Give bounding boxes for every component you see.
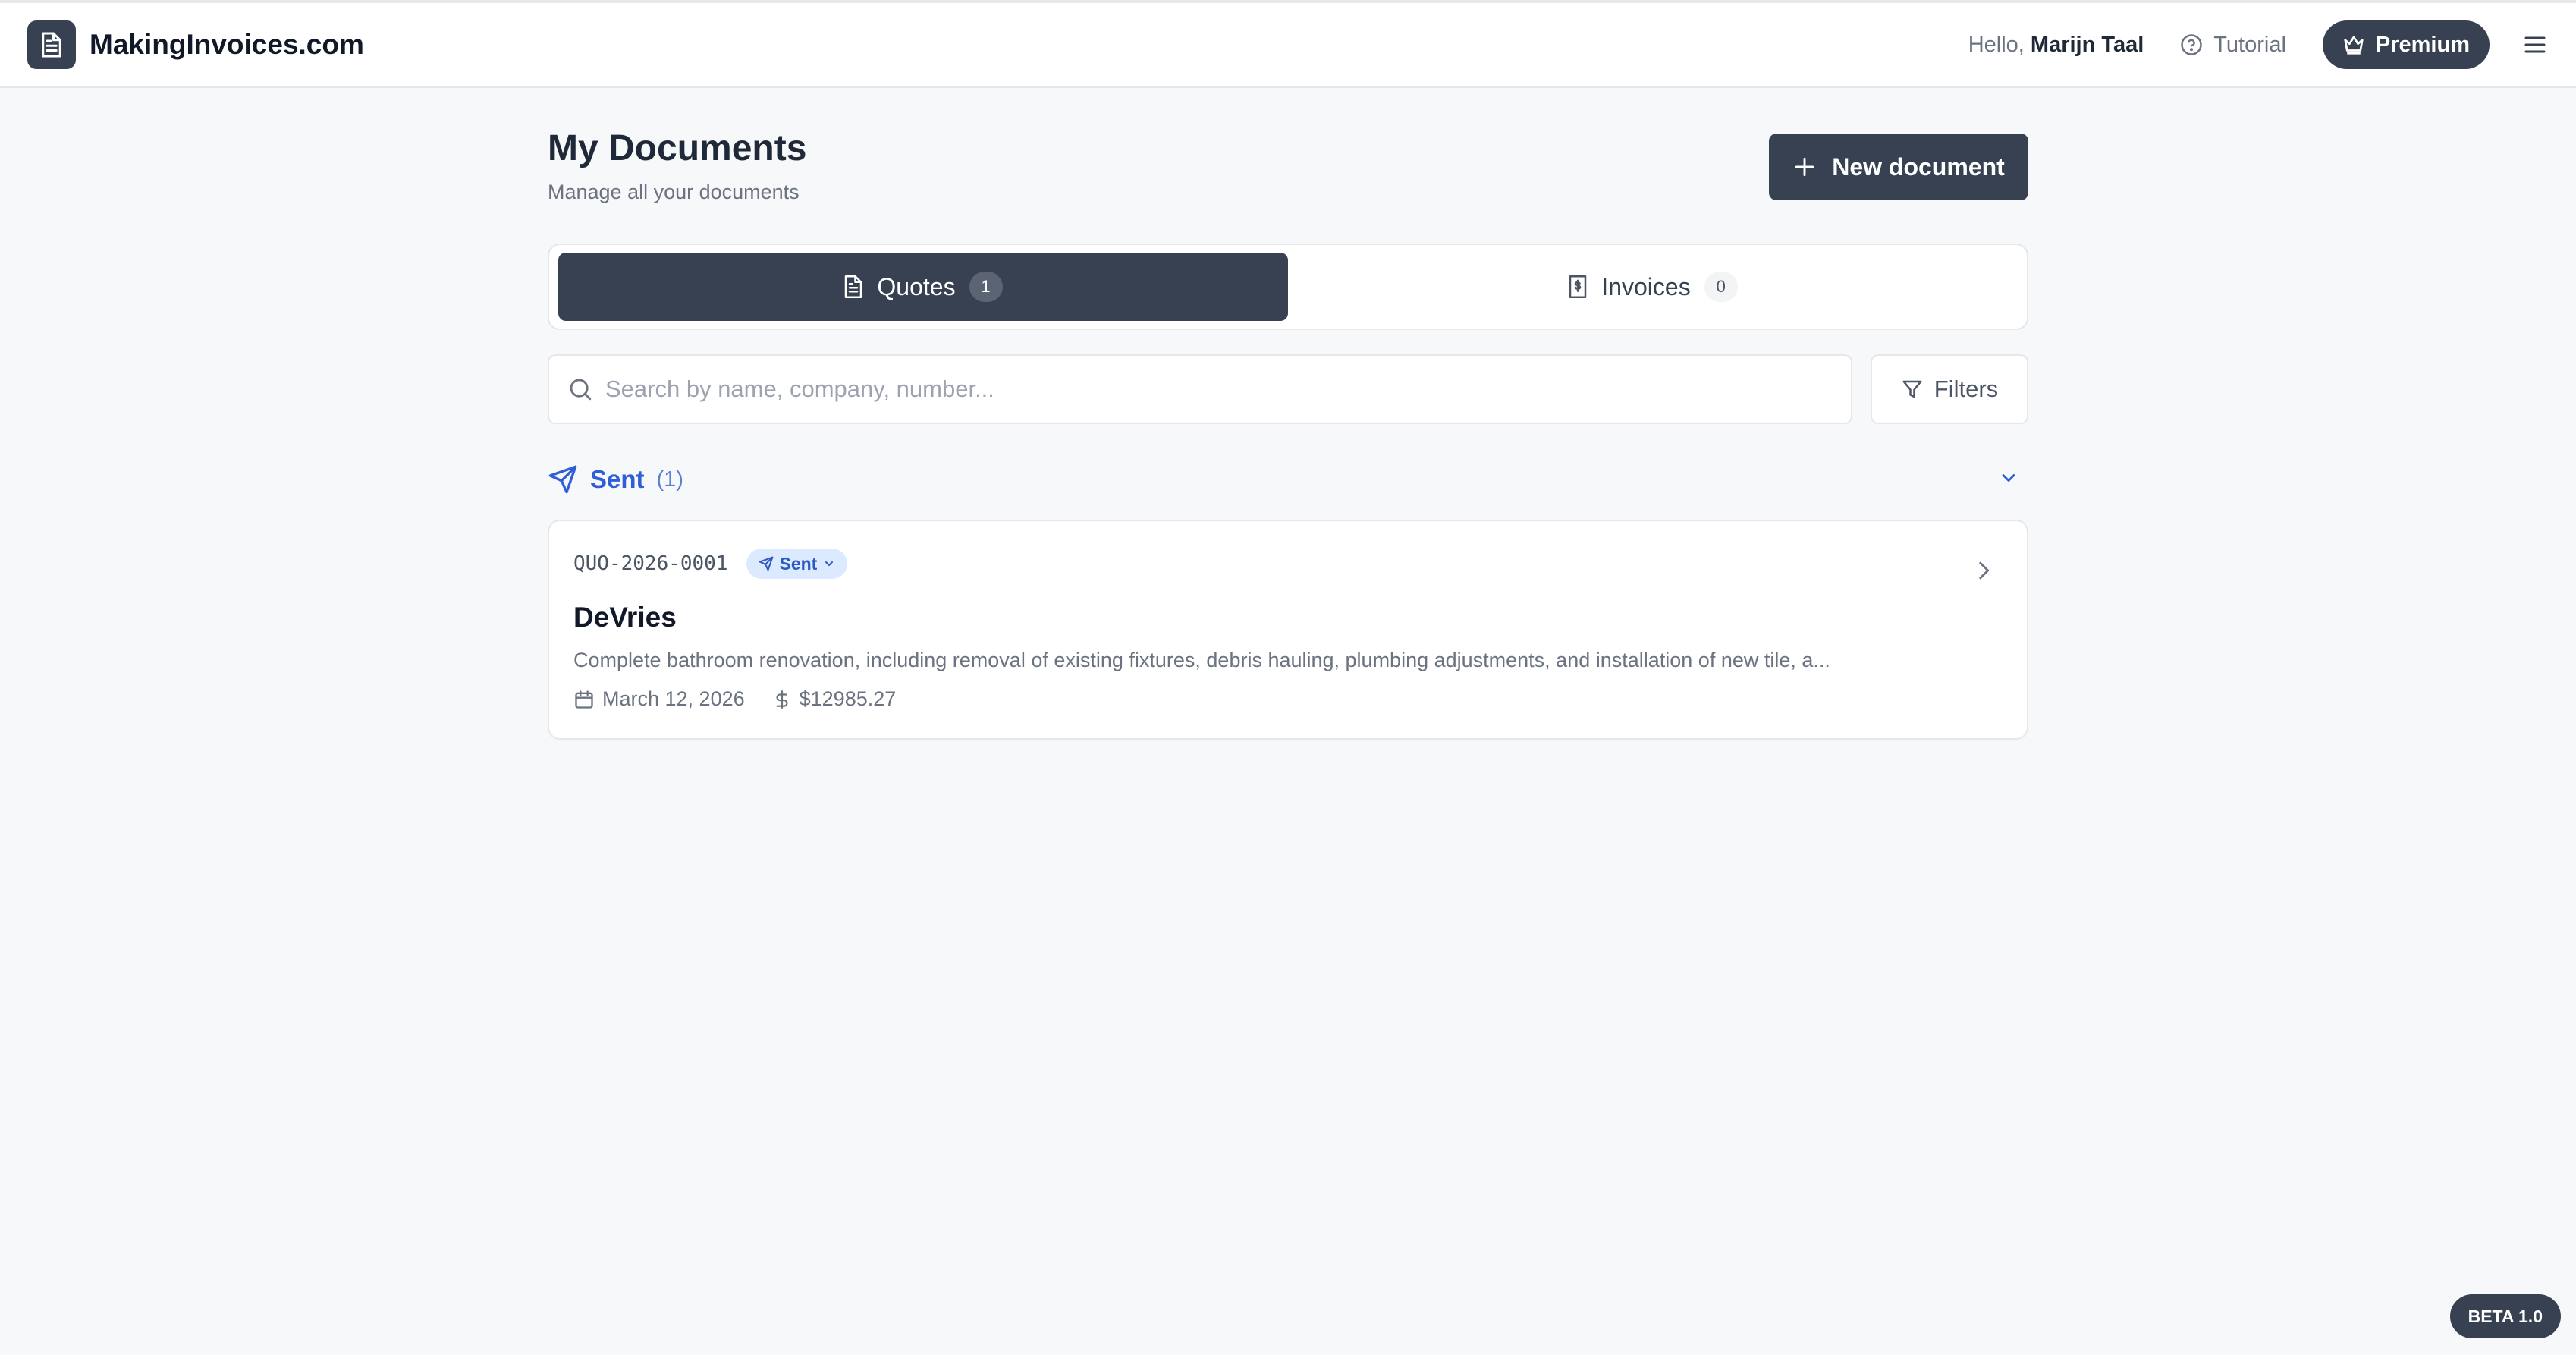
- calendar-icon: [575, 690, 593, 709]
- dollar-icon: [776, 690, 788, 709]
- greeting-text: Hello,: [1968, 32, 2025, 57]
- chevron-right-icon: [1979, 561, 1990, 580]
- document-tabs: Quotes 1 Invoices 0: [548, 244, 2028, 330]
- menu-icon: [2524, 36, 2546, 53]
- document-meta: March 12, 2026 $12985.27: [573, 687, 2003, 711]
- premium-button[interactable]: Premium: [2322, 20, 2490, 69]
- search-row: Filters: [548, 354, 2028, 424]
- status-badge[interactable]: Sent: [746, 549, 848, 579]
- help-circle-icon: [2181, 34, 2203, 55]
- plus-icon: [1795, 157, 1814, 177]
- crown-icon: [2344, 36, 2364, 55]
- file-text-icon: [845, 275, 862, 298]
- document-header-row: QUO-2026-0001 Sent: [573, 549, 2003, 579]
- brand-name[interactable]: MakingInvoices.com: [90, 29, 364, 61]
- premium-label: Premium: [2375, 32, 2470, 57]
- tutorial-link[interactable]: Tutorial: [2180, 33, 2286, 58]
- client-name: DeVries: [573, 602, 677, 633]
- send-icon: [759, 556, 773, 571]
- app-header: MakingInvoices.com Hello, Marijn Taal Tu…: [0, 3, 2576, 88]
- receipt-icon: [1569, 275, 1587, 298]
- header-right: Hello, Marijn Taal Tutorial Premium: [1968, 20, 2549, 69]
- send-icon: [548, 465, 577, 494]
- document-description: Complete bathroom renovation, including …: [573, 649, 1830, 671]
- user-name: Marijn Taal: [2030, 32, 2144, 57]
- tab-quotes-count: 1: [969, 272, 1003, 302]
- collapse-toggle[interactable]: [1998, 467, 2019, 492]
- search-input[interactable]: [605, 376, 1819, 403]
- section-count: (1): [656, 467, 683, 492]
- search-box: [548, 354, 1852, 424]
- amount-group: $12985.27: [772, 687, 897, 711]
- tab-quotes[interactable]: Quotes 1: [558, 253, 1288, 321]
- document-card[interactable]: QUO-2026-0001 Sent DeVries Complete bath…: [548, 520, 2028, 740]
- document-number: QUO-2026-0001: [573, 552, 728, 575]
- new-document-label: New document: [1832, 152, 2005, 181]
- search-icon: [570, 379, 592, 401]
- section-sent-header[interactable]: Sent (1): [548, 462, 2028, 497]
- main-content: My Documents Manage all your documents N…: [548, 121, 2028, 740]
- section-name: Sent: [590, 465, 645, 493]
- open-document-button[interactable]: [1971, 558, 1996, 587]
- chevron-down-icon: [825, 561, 834, 566]
- tab-quotes-label: Quotes: [877, 272, 956, 300]
- document-amount: $12985.27: [799, 687, 897, 710]
- tab-invoices[interactable]: Invoices 0: [1288, 253, 2018, 321]
- menu-button[interactable]: [2521, 31, 2549, 58]
- document-date: March 12, 2026: [602, 687, 745, 710]
- logo[interactable]: [27, 20, 76, 69]
- document-icon: [42, 32, 61, 58]
- tab-invoices-label: Invoices: [1601, 272, 1691, 300]
- tutorial-label: Tutorial: [2213, 32, 2286, 57]
- filters-button[interactable]: Filters: [1871, 354, 2028, 424]
- beta-badge[interactable]: BETA 1.0: [2449, 1294, 2561, 1338]
- tab-invoices-count: 0: [1704, 272, 1738, 302]
- user-greeting: Hello, Marijn Taal: [1968, 33, 2144, 58]
- new-document-button[interactable]: New document: [1769, 134, 2028, 200]
- filter-icon: [1902, 380, 1922, 398]
- chevron-down-icon: [2002, 473, 2015, 482]
- filters-label: Filters: [1934, 376, 1999, 402]
- status-label: Sent: [779, 553, 818, 574]
